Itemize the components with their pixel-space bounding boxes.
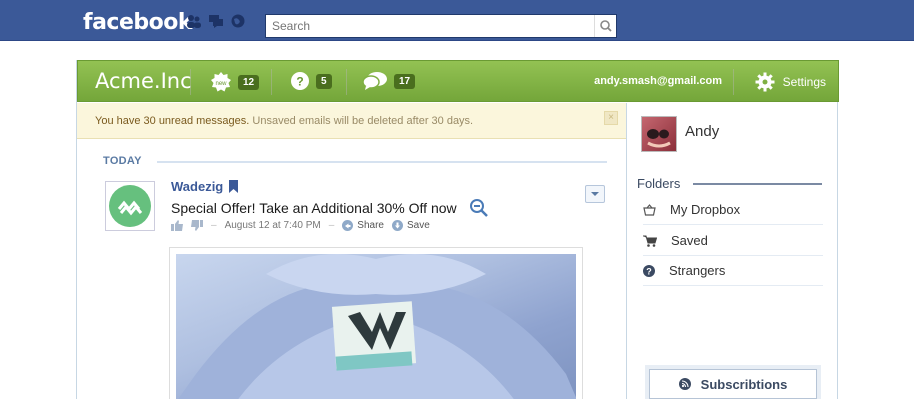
post-title-row: Special Offer! Take an Additional 30% Of… [171,198,489,218]
thumbs-down-icon[interactable] [191,220,203,231]
sidebar: Andy Folders My Dropbox Saved ? Stranger… [626,103,837,399]
notice-bold-text: You have 30 unread messages. [95,115,250,127]
share-icon [342,220,354,231]
facebook-search-box [265,14,617,38]
zoom-out-icon[interactable] [469,198,489,218]
header-divider [346,69,347,95]
new-badge-text: new [215,81,227,87]
header-divider [271,69,272,95]
save-label: Save [406,220,430,231]
bookmark-icon[interactable] [229,180,239,193]
settings-label: Settings [782,75,826,89]
svg-text:?: ? [296,75,303,89]
thumbs-up-icon[interactable] [171,220,183,231]
folder-saved[interactable]: Saved [643,226,823,256]
post-title[interactable]: Special Offer! Take an Additional 30% Of… [171,200,457,216]
folder-my-dropbox[interactable]: My Dropbox [643,195,823,225]
svg-text:?: ? [646,266,652,276]
facebook-top-bar: facebook [0,0,914,41]
subscriptions-label: Subscribtions [700,376,788,392]
messages-counter[interactable]: 17 [362,71,416,91]
new-count-badge: 12 [238,74,260,90]
friends-icon[interactable] [186,14,202,28]
save-button[interactable]: Save [391,220,430,231]
folder-strangers[interactable]: ? Strangers [643,256,823,286]
post-author: Wadezig [171,179,239,194]
avatar[interactable] [641,116,677,152]
unread-notice: You have 30 unread messages. Unsaved ema… [77,103,626,139]
post-date: August 12 at 7:40 PM [224,220,321,231]
post-author-avatar[interactable] [105,181,155,231]
user-email[interactable]: andy.smash@gmail.com [594,75,722,87]
folder-label: Saved [671,233,708,248]
folder-label: Strangers [669,263,726,278]
folder-label: My Dropbox [670,202,741,217]
rss-icon [678,378,691,390]
messages-count-badge: 17 [394,73,416,89]
share-button[interactable]: Share [342,220,384,231]
messages-icon[interactable] [208,14,224,28]
share-label: Share [357,220,384,231]
settings-button[interactable]: Settings [755,72,826,92]
brand-title[interactable]: Acme.Inc [95,69,192,93]
shirt-photo [176,254,576,399]
post-image[interactable] [169,247,583,399]
post-author-name[interactable]: Wadezig [171,179,223,194]
search-icon [600,20,612,32]
section-divider [157,161,607,163]
chevron-down-icon [591,192,599,196]
new-badge-icon: new [211,72,231,92]
folders-divider [693,183,822,185]
header-divider [733,69,734,95]
post-meta: – August 12 at 7:40 PM – Share Save [171,220,430,231]
header-divider [190,69,191,95]
gear-icon [755,72,775,92]
basket-icon [643,203,656,216]
new-items-counter[interactable]: new 12 [210,71,260,93]
question-icon: ? [291,72,309,90]
section-label-today: TODAY [103,155,142,167]
user-name[interactable]: Andy [685,123,719,140]
post-options-dropdown[interactable] [585,185,605,203]
facebook-notification-icons [186,14,246,28]
chat-bubbles-icon [362,72,387,90]
app-header: Acme.Inc new 12 ? 5 17 andy.smash@gmail.… [77,60,839,102]
questions-count-badge: 5 [316,73,332,89]
close-icon[interactable]: × [604,111,618,125]
questions-counter[interactable]: ? 5 [290,71,332,91]
facebook-logo[interactable]: facebook [83,10,193,35]
folders-heading: Folders [637,176,681,191]
question-icon: ? [643,264,655,277]
search-button[interactable] [594,15,616,37]
app-window: Acme.Inc new 12 ? 5 17 andy.smash@gmail.… [76,60,839,399]
save-icon [391,220,403,231]
globe-icon[interactable] [230,14,246,28]
subscriptions-button[interactable]: Subscribtions [649,369,817,399]
cart-icon [643,235,657,247]
meta-separator: – [211,220,217,231]
subscriptions-panel: Subscribtions [645,365,821,399]
notice-rest-text: Unsaved emails will be deleted after 30 … [249,115,474,127]
search-input[interactable] [266,15,586,37]
wadezig-logo [109,185,151,227]
notice-text: You have 30 unread messages. Unsaved ema… [95,115,473,127]
meta-separator: – [328,220,335,231]
